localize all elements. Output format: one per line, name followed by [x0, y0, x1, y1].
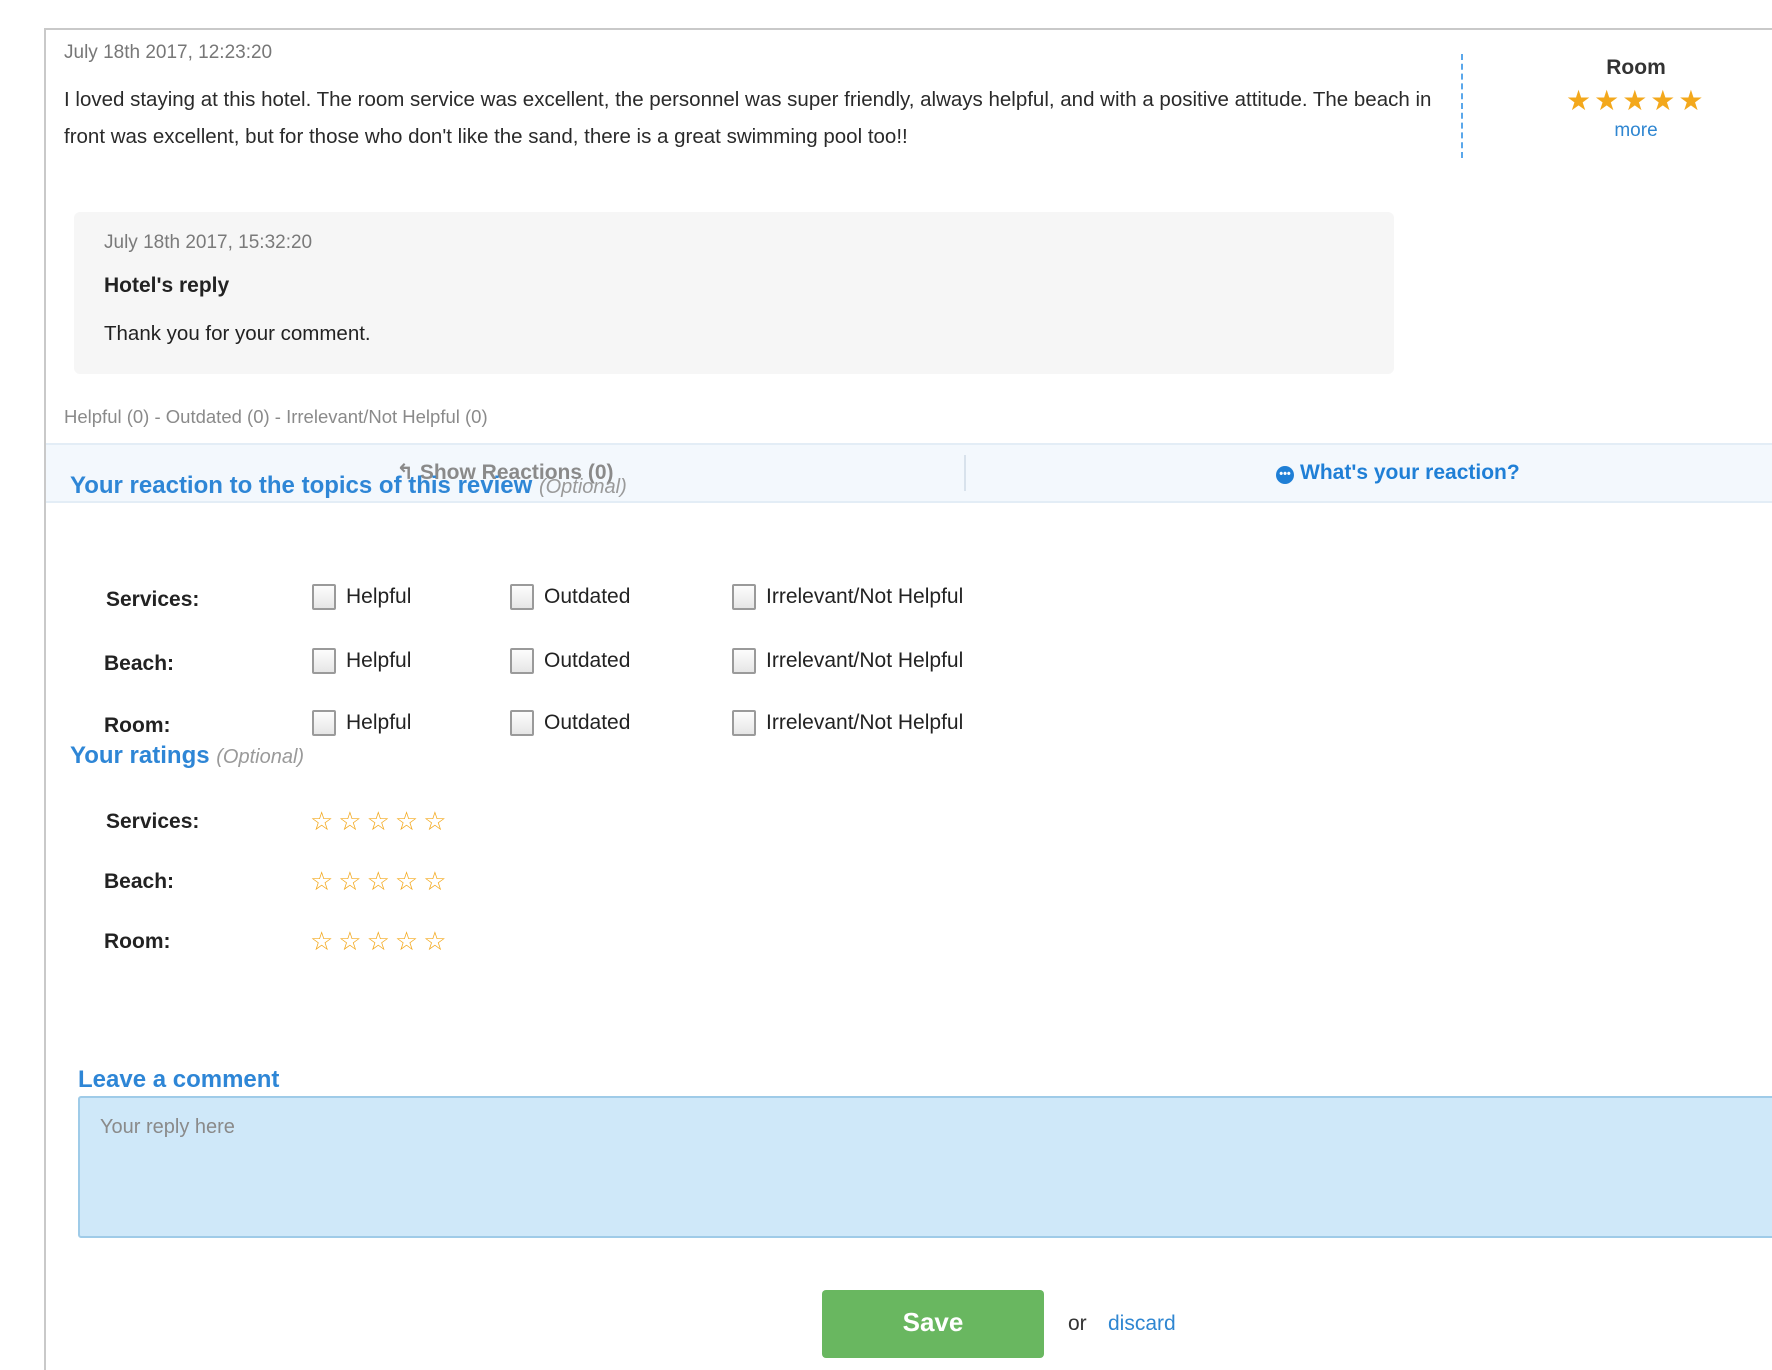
checkbox-box[interactable] — [312, 710, 336, 736]
checkbox-label: Irrelevant/Not Helpful — [766, 711, 964, 734]
comment-input[interactable] — [80, 1098, 1772, 1236]
rating-title: Room — [1606, 56, 1666, 79]
rating-label-services: Services: — [106, 810, 200, 833]
services-helpful-checkbox[interactable]: Helpful — [312, 584, 411, 610]
beach-outdated-checkbox[interactable]: Outdated — [510, 648, 630, 674]
checkbox-label: Helpful — [346, 711, 412, 734]
topic-label-beach: Beach: — [104, 652, 175, 675]
ratings-section-title: Your ratings (Optional) — [70, 742, 304, 770]
save-button[interactable]: Save — [822, 1290, 1044, 1358]
room-star-rating[interactable]: ☆☆☆☆☆ — [310, 926, 452, 957]
beach-irrelevant-checkbox[interactable]: Irrelevant/Not Helpful — [732, 648, 963, 674]
more-link[interactable]: more — [1566, 120, 1706, 142]
reactions-optional: (Optional) — [538, 476, 627, 498]
reactions-title-text: Your reaction to the topics of this revi… — [70, 472, 533, 499]
topic-label-services: Services: — [106, 588, 200, 611]
whats-your-reaction-label: What's your reaction? — [1300, 461, 1520, 484]
ratings-optional: (Optional) — [216, 746, 305, 768]
reaction-bar-divider — [964, 455, 966, 491]
rating-label-room: Room: — [104, 930, 171, 953]
review-divider — [1461, 54, 1463, 158]
reactions-section-title: Your reaction to the topics of this revi… — [70, 472, 627, 500]
room-outdated-checkbox[interactable]: Outdated — [510, 710, 630, 736]
checkbox-box[interactable] — [510, 648, 534, 674]
checkbox-label: Helpful — [346, 585, 412, 608]
services-irrelevant-checkbox[interactable]: Irrelevant/Not Helpful — [732, 584, 963, 610]
comment-section-title: Leave a comment — [78, 1066, 280, 1093]
review-panel: July 18th 2017, 12:23:20 I loved staying… — [44, 28, 1772, 1370]
beach-star-rating[interactable]: ☆☆☆☆☆ — [310, 866, 452, 897]
rating-stars-icon: ★★★★★ — [1566, 85, 1707, 116]
room-helpful-checkbox[interactable]: Helpful — [312, 710, 411, 736]
reply-text: Thank you for your comment. — [104, 322, 371, 345]
checkbox-label: Outdated — [544, 585, 631, 608]
checkbox-label: Helpful — [346, 649, 412, 672]
services-outdated-checkbox[interactable]: Outdated — [510, 584, 630, 610]
checkbox-box[interactable] — [732, 584, 756, 610]
checkbox-label: Outdated — [544, 649, 631, 672]
whats-your-reaction-button[interactable]: ••• What's your reaction? — [1276, 445, 1520, 501]
review-date: July 18th 2017, 12:23:20 — [64, 42, 273, 63]
checkbox-label: Outdated — [544, 711, 631, 734]
room-irrelevant-checkbox[interactable]: Irrelevant/Not Helpful — [732, 710, 963, 736]
hotel-reply: July 18th 2017, 15:32:20 Hotel's reply T… — [74, 212, 1394, 374]
reply-author: Hotel's reply — [104, 274, 230, 297]
checkbox-box[interactable] — [732, 710, 756, 736]
checkbox-box[interactable] — [510, 584, 534, 610]
services-star-rating[interactable]: ☆☆☆☆☆ — [310, 806, 452, 837]
checkbox-label: Irrelevant/Not Helpful — [766, 585, 964, 608]
discard-link[interactable]: discard — [1108, 1312, 1176, 1336]
reply-date: July 18th 2017, 15:32:20 — [104, 232, 313, 253]
checkbox-box[interactable] — [312, 584, 336, 610]
review-rating: Room ★★★★★ more — [1566, 56, 1706, 142]
or-text: or — [1068, 1312, 1087, 1335]
checkbox-box[interactable] — [732, 648, 756, 674]
chat-bubble-icon: ••• — [1276, 466, 1294, 484]
checkbox-label: Irrelevant/Not Helpful — [766, 649, 964, 672]
rating-label-beach: Beach: — [104, 870, 175, 893]
topic-label-room: Room: — [104, 714, 171, 737]
checkbox-box[interactable] — [312, 648, 336, 674]
votes-summary: Helpful (0) - Outdated (0) - Irrelevant/… — [64, 406, 488, 427]
comment-box — [78, 1096, 1772, 1238]
checkbox-box[interactable] — [510, 710, 534, 736]
review-text: I loved staying at this hotel. The room … — [64, 88, 1432, 148]
ratings-title-text: Your ratings — [70, 742, 210, 769]
beach-helpful-checkbox[interactable]: Helpful — [312, 648, 411, 674]
